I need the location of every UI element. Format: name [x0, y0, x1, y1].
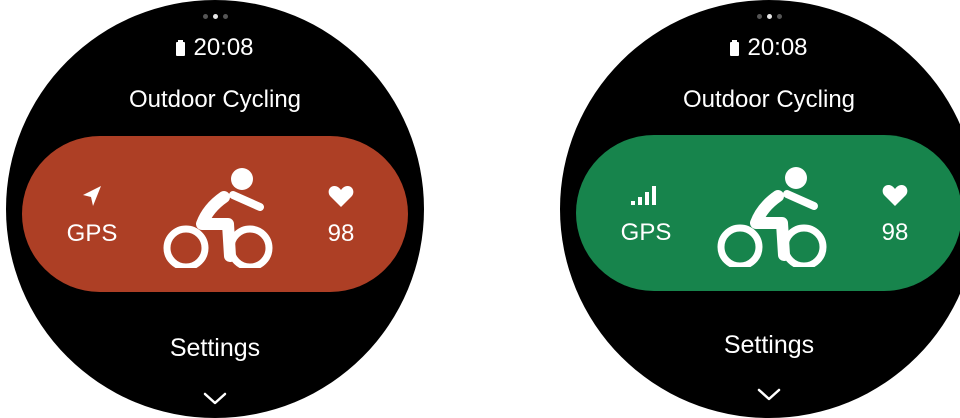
status-bar: 20:08 — [6, 34, 424, 62]
page-dot — [776, 14, 782, 19]
page-indicator — [6, 14, 424, 19]
status-bar: 20:08 — [560, 34, 960, 62]
activity-title: Outdoor Cycling — [682, 86, 856, 113]
heart-rate: 98 — [870, 179, 920, 247]
battery-icon — [730, 40, 740, 56]
page-dot — [756, 14, 762, 19]
cycling-icon — [717, 167, 827, 267]
gps-label: GPS — [620, 219, 672, 246]
gps-status: GPS — [616, 179, 676, 247]
gps-status: GPS — [62, 180, 122, 248]
heart-rate-value: 98 — [327, 220, 355, 247]
chevron-down-icon[interactable] — [203, 392, 227, 406]
start-workout-button[interactable]: GPS 98 — [22, 136, 408, 292]
settings-button[interactable]: Settings — [560, 331, 960, 360]
watch-screen-gps-searching: 20:08 Outdoor Cycling GPS 98 Settings — [6, 0, 424, 418]
watch-screen-gps-connected: 20:08 Outdoor Cycling GPS 98 Settings — [560, 0, 960, 418]
heart-icon — [882, 179, 908, 211]
heart-icon — [328, 180, 354, 212]
heart-rate: 98 — [316, 180, 366, 248]
signal-bars-icon — [631, 179, 661, 211]
clock: 20:08 — [747, 34, 808, 61]
cycling-icon — [163, 168, 273, 268]
gps-label: GPS — [66, 220, 118, 247]
start-workout-button[interactable]: GPS 98 — [576, 135, 960, 291]
page-dot-active — [212, 14, 218, 19]
page-dot-active — [766, 14, 772, 19]
location-arrow-icon — [81, 180, 103, 212]
page-dot — [202, 14, 208, 19]
page-dot — [222, 14, 228, 19]
chevron-down-icon[interactable] — [757, 388, 781, 402]
heart-rate-value: 98 — [881, 219, 909, 246]
settings-button[interactable]: Settings — [6, 334, 424, 363]
battery-icon — [176, 40, 186, 56]
clock: 20:08 — [193, 34, 254, 61]
page-indicator — [560, 14, 960, 19]
activity-title: Outdoor Cycling — [128, 86, 302, 113]
